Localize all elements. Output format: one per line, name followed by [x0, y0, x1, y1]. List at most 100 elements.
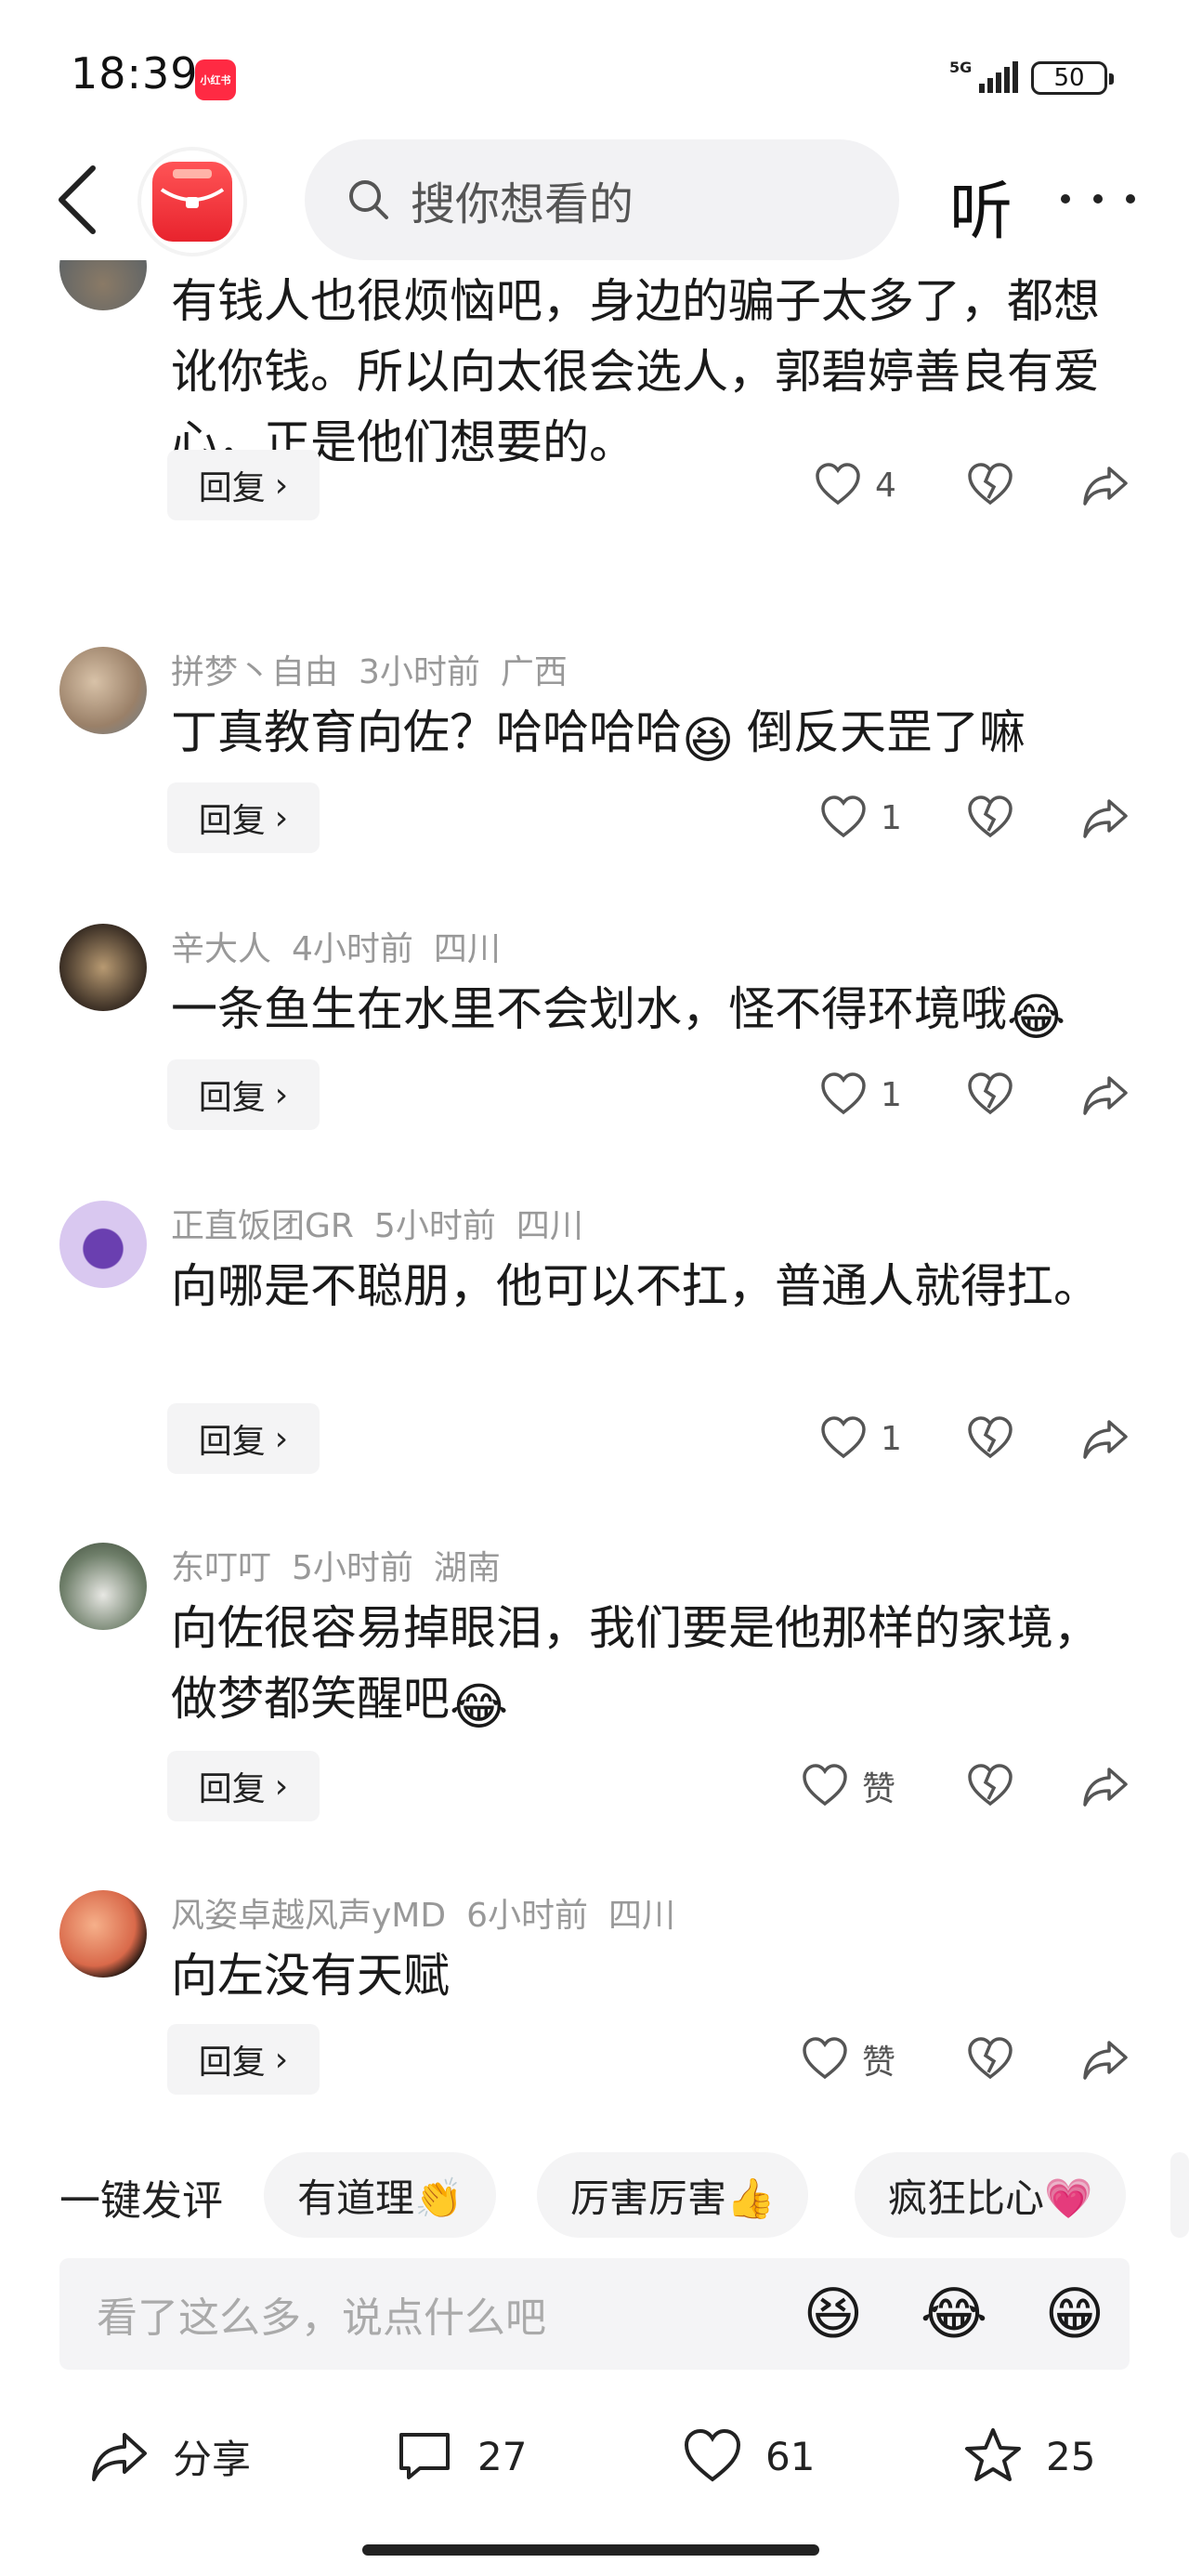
- favorites-count: 25: [1046, 2433, 1096, 2479]
- comment-meta: 东叮叮 5小时前 湖南: [171, 1541, 521, 1589]
- comment-input[interactable]: 看了这么多，说点什么吧 😆 😂 😁: [59, 2258, 1130, 2370]
- reply-button[interactable]: 回复 ›: [167, 1403, 320, 1474]
- quick-comment-chip-overflow[interactable]: [1170, 2152, 1189, 2238]
- avatar[interactable]: [59, 260, 147, 310]
- timestamp: 3小时前: [359, 653, 480, 691]
- like-count: 4: [875, 466, 896, 505]
- like-button[interactable]: 赞: [801, 1762, 895, 1810]
- dislike-button[interactable]: [966, 1762, 1014, 1810]
- favorite-button[interactable]: 25: [962, 2425, 1095, 2487]
- username[interactable]: 东叮叮: [171, 1549, 271, 1587]
- quick-comment-bar: 一键发评 有道理👏 厉害厉害👍 疯狂比心💗: [0, 2147, 1189, 2240]
- username[interactable]: 拼梦丶自由: [171, 653, 338, 691]
- username[interactable]: 辛大人: [171, 930, 271, 968]
- search-icon: [349, 180, 388, 219]
- timestamp: 5小时前: [373, 1207, 496, 1245]
- reply-button[interactable]: 回复 ›: [167, 2024, 320, 2095]
- status-time: 18:39: [71, 48, 199, 99]
- battery-icon: 50: [1031, 61, 1114, 95]
- comment-text-part: 向佐很容易掉眼泪，我们要是他那样的家境，做梦都笑醒吧: [171, 1601, 1100, 1726]
- app-notification-icon: 小红书: [195, 59, 236, 100]
- quick-comment-label: 一键发评: [59, 2177, 223, 2225]
- reply-button[interactable]: 回复 ›: [167, 1059, 320, 1130]
- back-button[interactable]: [45, 160, 110, 240]
- like-count: 1: [881, 1075, 902, 1114]
- location: 广西: [500, 653, 568, 691]
- status-bar: 18:39 小红书 5G 50: [0, 0, 1189, 139]
- share-comment-button[interactable]: [1081, 461, 1130, 509]
- bottom-action-bar: 分享 27 61 25: [0, 2407, 1189, 2509]
- reply-button[interactable]: 回复 ›: [167, 782, 320, 853]
- quick-comment-chip[interactable]: 厉害厉害👍: [537, 2152, 809, 2238]
- avatar[interactable]: [59, 1890, 147, 1978]
- reply-button[interactable]: 回复 ›: [167, 450, 320, 520]
- reply-label: 回复: [198, 1770, 266, 1808]
- share-comment-button[interactable]: [1081, 1071, 1130, 1119]
- comment-input-placeholder[interactable]: 看了这么多，说点什么吧: [97, 2284, 799, 2344]
- location: 湖南: [433, 1549, 501, 1587]
- heart-icon: [821, 1072, 866, 1115]
- laughing-emoji-icon: 😆: [682, 711, 735, 769]
- like-button[interactable]: 1: [819, 1071, 902, 1119]
- search-input[interactable]: 搜你想看的: [305, 139, 899, 260]
- like-count: 1: [881, 1419, 902, 1458]
- reply-button[interactable]: 回复 ›: [167, 1751, 320, 1821]
- reply-label: 回复: [198, 1423, 266, 1461]
- broken-heart-icon: [968, 1416, 1013, 1459]
- dislike-button[interactable]: [966, 1071, 1014, 1119]
- comment-text-part: 一条鱼生在水里不会划水，怪不得环境哦: [171, 982, 1007, 1036]
- comment-text: 有钱人也很烦恼吧，身边的骗子太多了，都想讹你钱。所以向太很会选人，郭碧婷善良有爱…: [171, 274, 1100, 469]
- share-arrow-icon: [1083, 1768, 1128, 1807]
- quick-comment-chip[interactable]: 有道理👏: [264, 2152, 497, 2238]
- dislike-button[interactable]: [966, 461, 1014, 509]
- share-button[interactable]: 分享: [89, 2425, 251, 2487]
- laughing-emoji-icon[interactable]: 😆: [799, 2280, 868, 2348]
- location: 四川: [608, 1897, 676, 1935]
- dislike-button[interactable]: [966, 2035, 1014, 2083]
- share-comment-button[interactable]: [1081, 794, 1130, 842]
- share-comment-button[interactable]: [1081, 2035, 1130, 2083]
- like-count: 赞: [862, 1770, 896, 1808]
- like-button[interactable]: 赞: [801, 2035, 895, 2083]
- comment-text: 一条鱼生在水里不会划水，怪不得环境哦😂: [171, 974, 1118, 1045]
- likes-count: 61: [765, 2433, 816, 2479]
- comment-text-part: 丁真教育向佐？哈哈哈哈: [171, 705, 682, 759]
- like-count: 1: [881, 798, 902, 837]
- share-arrow-icon: [1083, 1420, 1128, 1459]
- home-indicator[interactable]: [362, 2544, 819, 2556]
- comment-text: 丁真教育向佐？哈哈哈哈😆 倒反天罡了嘛: [171, 697, 1118, 769]
- avatar[interactable]: [59, 647, 147, 734]
- share-comment-button[interactable]: [1081, 1414, 1130, 1463]
- star-icon: [965, 2428, 1021, 2481]
- like-post-button[interactable]: 61: [682, 2425, 815, 2487]
- timestamp: 6小时前: [466, 1897, 588, 1935]
- red-envelope-logo[interactable]: [137, 147, 247, 256]
- like-button[interactable]: 1: [819, 794, 902, 842]
- username[interactable]: 正直饭团GR: [171, 1207, 354, 1245]
- tears-of-joy-emoji-icon: 😂: [450, 1677, 509, 1736]
- grinning-emoji-icon[interactable]: 😁: [1040, 2280, 1109, 2348]
- comment-text: 向哪是不聪朋，他可以不扛，普通人就得扛。: [171, 1259, 1100, 1313]
- signal-icon: 5G: [949, 59, 1018, 93]
- dislike-button[interactable]: [966, 794, 1014, 842]
- like-button[interactable]: 4: [814, 461, 896, 509]
- broken-heart-icon: [968, 1764, 1013, 1807]
- heart-icon: [816, 463, 860, 506]
- top-header: 搜你想看的 听: [0, 139, 1189, 260]
- comments-button[interactable]: 27: [394, 2425, 527, 2487]
- listen-button[interactable]: 听: [949, 160, 1013, 252]
- comments-count: 27: [477, 2433, 528, 2479]
- comment-text: 向左没有天赋: [171, 1949, 450, 2003]
- avatar[interactable]: [59, 1543, 147, 1630]
- tears-of-joy-emoji-icon[interactable]: 😂: [920, 2280, 988, 2348]
- comment-text: 向佐很容易掉眼泪，我们要是他那样的家境，做梦都笑醒吧😂: [171, 1593, 1118, 1735]
- username[interactable]: 风姿卓越风声yMD: [171, 1897, 446, 1935]
- share-comment-button[interactable]: [1081, 1762, 1130, 1810]
- more-options-icon[interactable]: [1061, 162, 1135, 236]
- avatar[interactable]: [59, 924, 147, 1011]
- dislike-button[interactable]: [966, 1414, 1014, 1463]
- like-button[interactable]: 1: [819, 1414, 902, 1463]
- avatar[interactable]: [59, 1201, 147, 1288]
- share-arrow-icon: [1083, 467, 1128, 506]
- quick-comment-chip[interactable]: 疯狂比心💗: [855, 2152, 1127, 2238]
